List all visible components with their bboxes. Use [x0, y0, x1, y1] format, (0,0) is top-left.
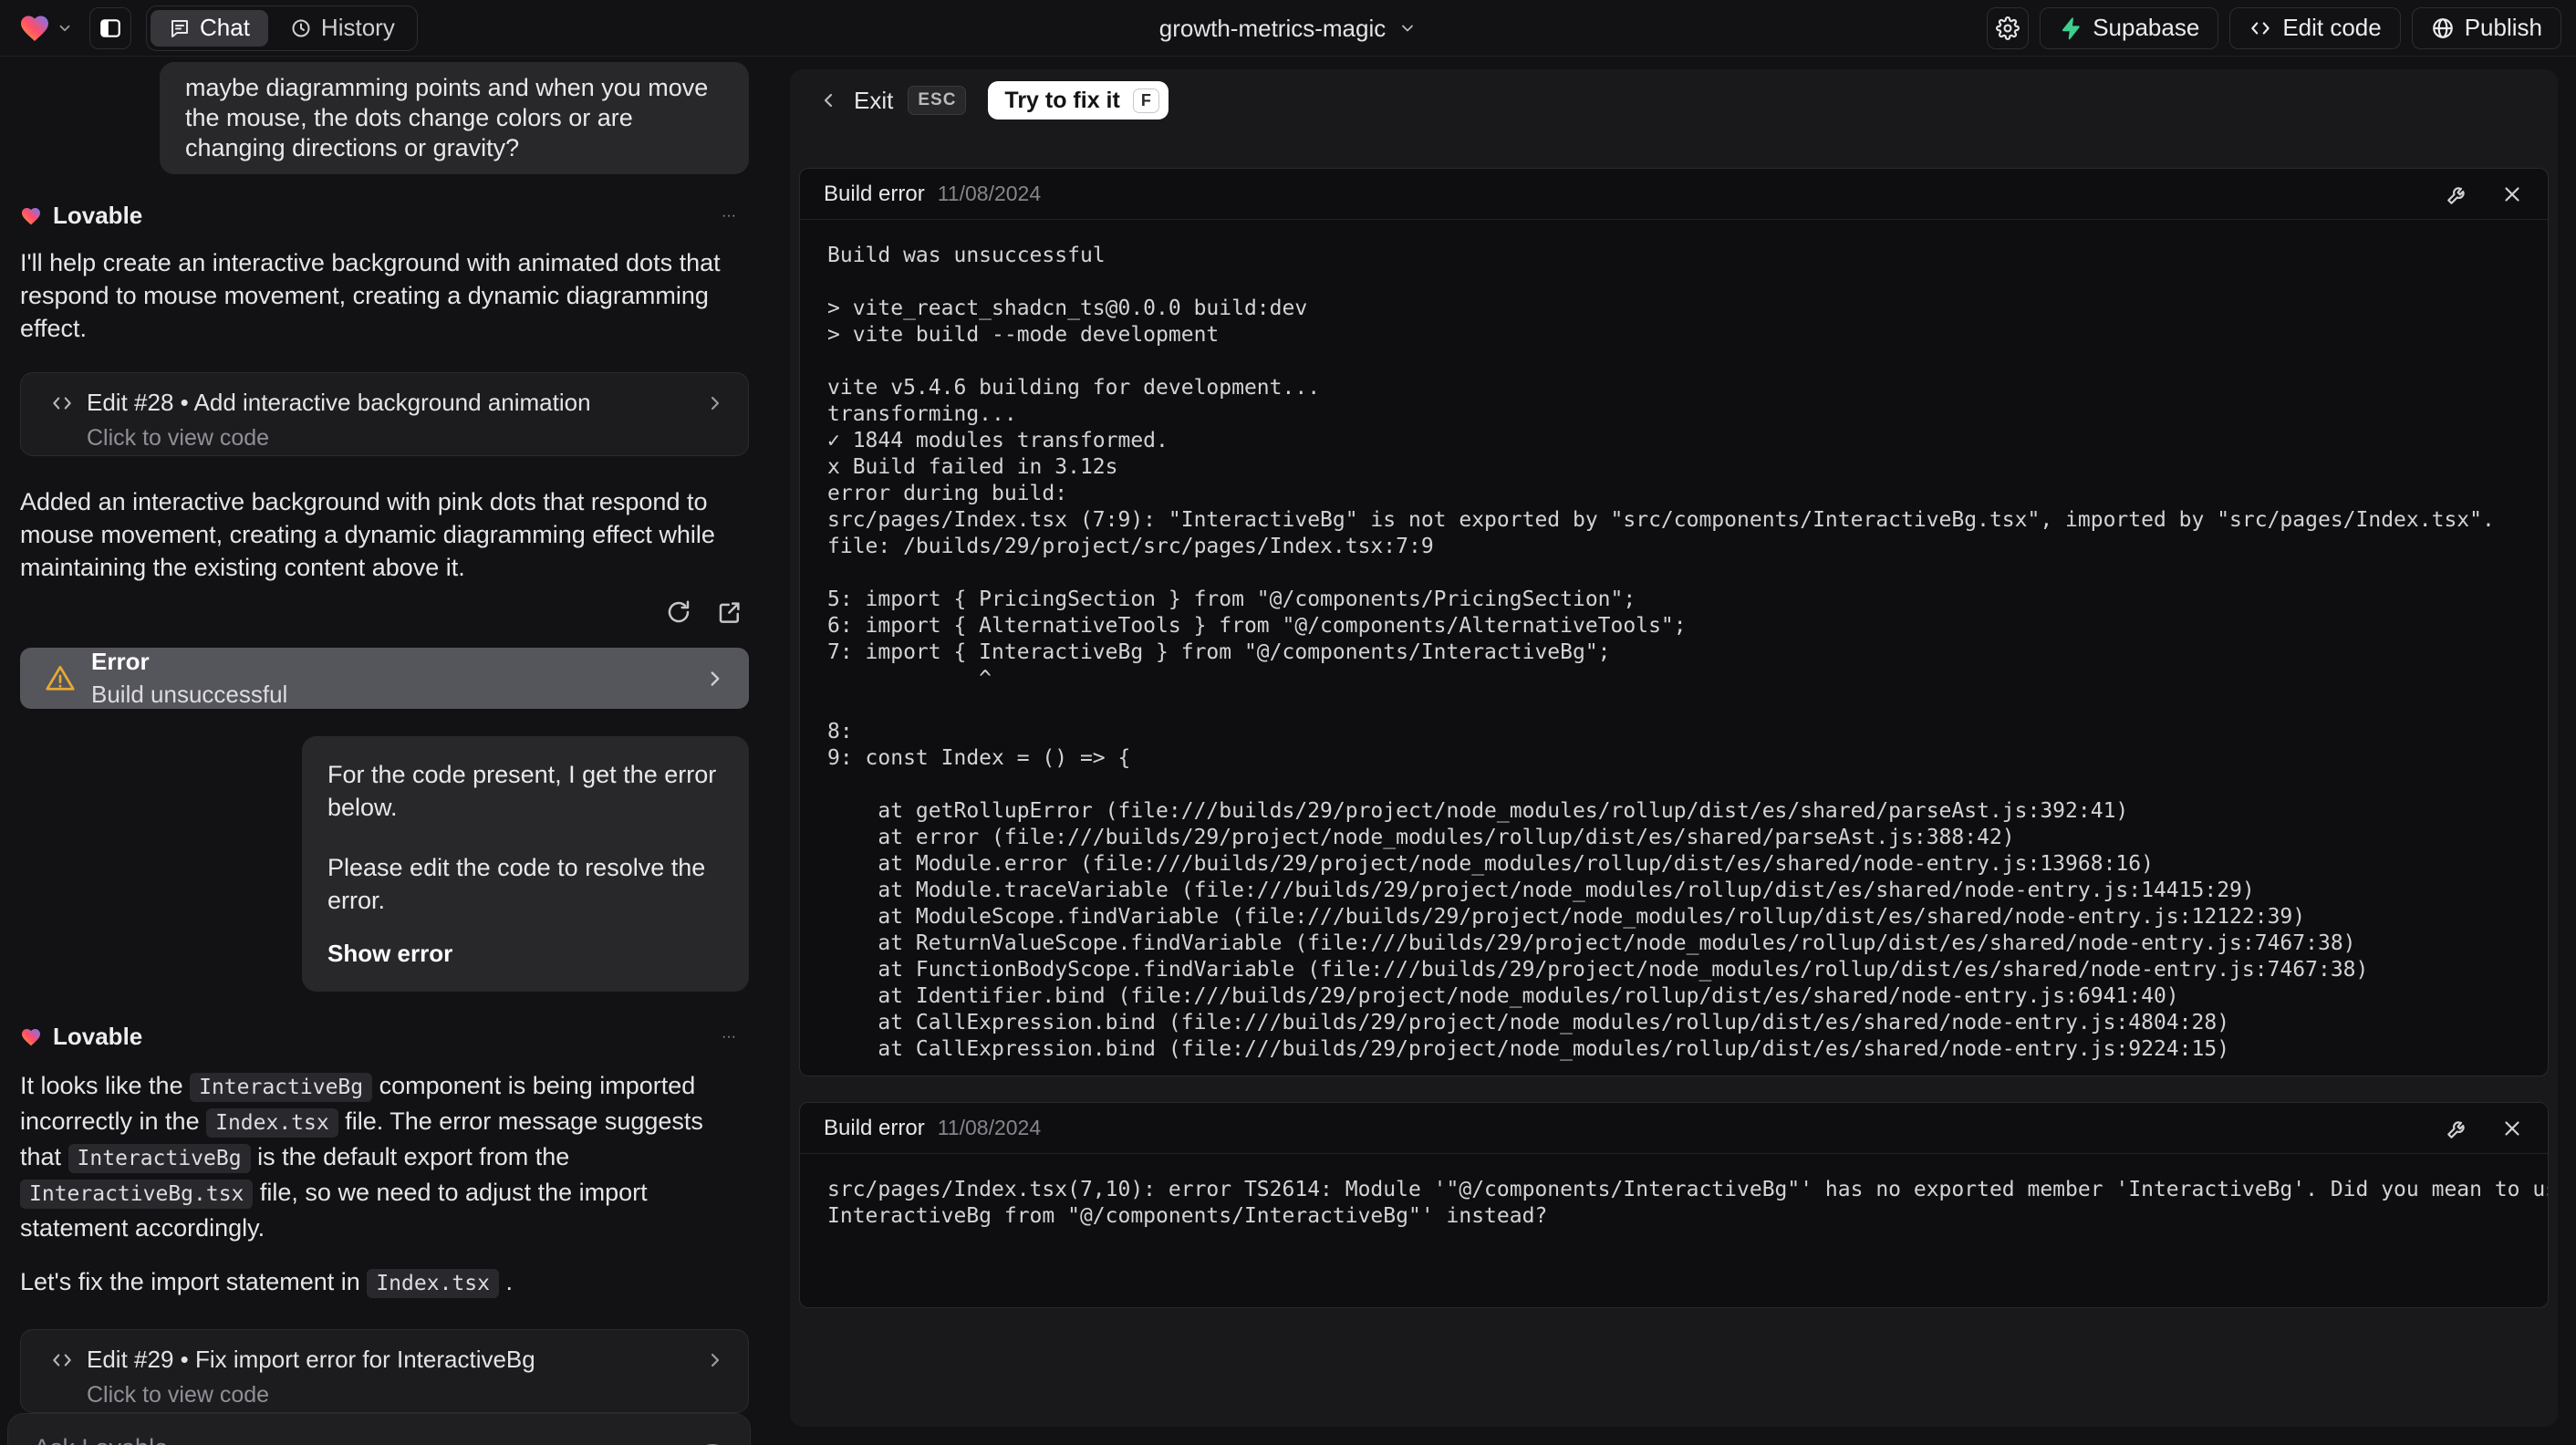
chevron-left-icon [824, 93, 833, 108]
build-log: Build was unsuccessful > vite_react_shad… [827, 244, 2495, 1061]
lovable-logo[interactable] [18, 12, 73, 45]
exit-label: Exit [854, 86, 894, 114]
esc-key-badge: ESC [908, 86, 967, 115]
panel-title: Build error [824, 1115, 925, 1140]
panel-left-icon [100, 18, 120, 37]
edit-card-29[interactable]: Edit #29 • Fix import error for Interact… [20, 1329, 749, 1413]
build-log: src/pages/Index.tsx(7,10): error TS2614:… [827, 1178, 2548, 1228]
assistant-message-text: It looks like the [20, 1072, 191, 1099]
globe-icon [2432, 17, 2453, 38]
error-card-title: Error [91, 648, 150, 675]
user-message-text: Please edit the code to resolve the erro… [327, 854, 706, 914]
assistant-message: Let's fix the import statement in Index.… [20, 1265, 749, 1300]
top-bar: Chat History growth-metrics-magic Supaba… [0, 0, 2576, 57]
chat-panel: maybe diagramming points and when you mo… [0, 57, 763, 1445]
panel-date: 11/08/2024 [937, 182, 1042, 205]
chat-history-tab-group: Chat History [146, 5, 418, 51]
preview-workspace: Exit ESC Try to fix it F Build error 11/… [790, 69, 2558, 1427]
assistant-message-text: I'll help create an interactive backgrou… [20, 249, 721, 342]
history-clock-icon [292, 19, 310, 36]
more-menu-icon[interactable]: ··· [722, 208, 736, 224]
exit-button[interactable]: Exit ESC [817, 86, 967, 115]
supabase-label: Supabase [2093, 14, 2200, 41]
edit-card-title: Edit #28 • Add interactive background an… [87, 389, 591, 416]
tab-chat[interactable]: Chat [151, 9, 268, 47]
project-chevron-down-icon[interactable] [1398, 19, 1417, 37]
warning-triangle-icon [46, 665, 75, 691]
wrench-icon[interactable] [2446, 182, 2469, 206]
chevron-right-icon [711, 1353, 720, 1367]
assistant-message-text: Added an interactive background with pin… [20, 488, 715, 581]
inline-code: InteractiveBg [190, 1073, 373, 1102]
lovable-avatar-icon [22, 207, 40, 224]
tab-history-label: History [320, 14, 395, 41]
more-menu-icon[interactable]: ··· [722, 1029, 736, 1045]
publish-button[interactable]: Publish [2411, 6, 2561, 49]
code-icon [53, 1354, 71, 1366]
inline-code: InteractiveBg.tsx [20, 1180, 254, 1209]
edit-card-subtitle: Click to view code [87, 425, 270, 451]
chat-bubble-icon [171, 19, 188, 37]
assistant-message-text: Let's fix the import statement in [20, 1268, 368, 1295]
user-message-text: maybe diagramming points and when you mo… [185, 74, 709, 161]
supabase-icon [2062, 16, 2080, 39]
build-error-card[interactable]: Error Build unsuccessful [20, 648, 749, 709]
assistant-message: I'll help create an interactive backgrou… [20, 246, 749, 345]
code-icon [53, 397, 71, 409]
assistant-header: Lovable ··· [20, 202, 749, 230]
edit-card-28[interactable]: Edit #28 • Add interactive background an… [20, 372, 749, 456]
user-message-text: For the code present, I get the error be… [327, 761, 717, 821]
inline-code: Index.tsx [367, 1269, 499, 1298]
lovable-avatar-icon [22, 1028, 40, 1045]
open-external-icon[interactable] [716, 598, 743, 626]
edit-code-label: Edit code [2282, 14, 2382, 41]
user-message: For the code present, I get the error be… [302, 736, 749, 992]
inline-code: Index.tsx [206, 1108, 338, 1138]
assistant-message-text: is the default export from the [250, 1143, 570, 1170]
assistant-message: It looks like the InteractiveBg componen… [20, 1069, 749, 1245]
gear-icon [1996, 16, 2020, 40]
try-to-fix-button[interactable]: Try to fix it F [988, 81, 1169, 120]
tab-history[interactable]: History [272, 10, 413, 47]
panel-header: Build error 11/08/2024 [800, 1103, 2548, 1154]
assistant-name: Lovable [53, 202, 143, 229]
assistant-message: Added an interactive background with pin… [20, 485, 749, 584]
edit-card-subtitle: Click to view code [87, 1382, 270, 1408]
panel-date: 11/08/2024 [937, 1116, 1042, 1139]
error-card-subtitle: Build unsuccessful [91, 681, 288, 708]
supabase-button[interactable]: Supabase [2040, 6, 2219, 49]
panel-header: Build error 11/08/2024 [800, 169, 2548, 220]
build-error-panel-2: Build error 11/08/2024 src/pages/Index.t… [799, 1102, 2549, 1308]
assistant-header: Lovable ··· [20, 1023, 749, 1051]
chevron-down-icon [59, 25, 70, 31]
message-actions [20, 598, 749, 626]
sidebar-toggle-button[interactable] [89, 6, 131, 49]
lovable-heart-icon [21, 16, 48, 41]
chevron-right-icon [711, 671, 720, 686]
publish-label: Publish [2464, 14, 2542, 41]
settings-button[interactable] [1987, 6, 2030, 49]
edit-code-button[interactable]: Edit code [2229, 6, 2401, 49]
tab-chat-label: Chat [200, 14, 250, 41]
project-name[interactable]: growth-metrics-magic [1159, 15, 1387, 43]
show-error-link[interactable]: Show error [327, 937, 723, 970]
close-icon[interactable] [2500, 182, 2524, 206]
chat-composer: Attach Select Default [7, 1413, 751, 1445]
wrench-icon[interactable] [2446, 1117, 2469, 1140]
code-icon [2251, 22, 2270, 34]
fix-label: Try to fix it [1004, 87, 1120, 113]
panel-title: Build error [824, 181, 925, 206]
chevron-right-icon [711, 396, 720, 410]
edit-card-title: Edit #29 • Fix import error for Interact… [87, 1346, 535, 1373]
assistant-message-text: . [498, 1268, 513, 1295]
f-key-badge: F [1132, 88, 1159, 113]
refresh-icon[interactable] [665, 598, 692, 626]
close-icon[interactable] [2500, 1117, 2524, 1140]
assistant-name: Lovable [53, 1023, 143, 1050]
user-message: maybe diagramming points and when you mo… [160, 62, 749, 174]
error-toolbar: Exit ESC Try to fix it F [790, 69, 2558, 120]
build-error-panel-1: Build error 11/08/2024 Build was unsucce… [799, 168, 2549, 1076]
inline-code: InteractiveBg [68, 1144, 251, 1173]
